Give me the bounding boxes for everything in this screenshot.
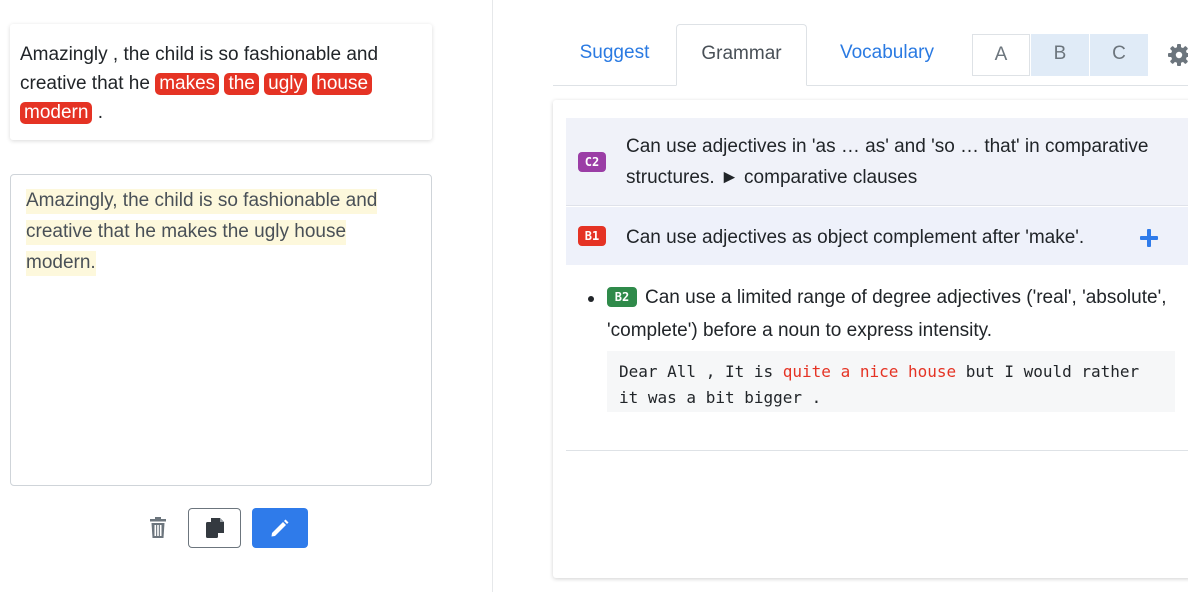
example-sentence: Dear All , It is quite a nice house but … xyxy=(607,351,1175,412)
level-c-button[interactable]: C xyxy=(1090,34,1148,76)
analysed-sentence-card: Amazingly , the child is so fashionable … xyxy=(10,24,432,140)
highlight-token[interactable]: the xyxy=(224,73,259,95)
list-bullet xyxy=(588,296,594,302)
highlight-token[interactable]: house xyxy=(312,73,373,95)
trash-icon xyxy=(150,517,166,538)
rule-item-c2[interactable]: C2 Can use adjectives in 'as … as' and '… xyxy=(566,118,1188,206)
level-b-button[interactable]: B xyxy=(1031,34,1089,76)
tab-suggest[interactable]: Suggest xyxy=(553,24,676,86)
highlight-token[interactable]: makes xyxy=(155,73,220,95)
rule-text: Can use adjectives as object complement … xyxy=(626,227,1085,248)
settings-button[interactable] xyxy=(1167,43,1188,67)
rule-item-b1[interactable]: B1 Can use adjectives as object compleme… xyxy=(566,207,1188,265)
level-badge-b1: B1 xyxy=(578,226,606,246)
tab-bar: Suggest Grammar Vocabulary A B C xyxy=(553,24,1188,86)
level-badge-c2: C2 xyxy=(578,152,606,172)
detail-text: Can use a limited range of degree adject… xyxy=(607,287,1167,341)
panel-divider xyxy=(492,0,493,592)
rule-text: Can use adjectives in 'as … as' and 'so … xyxy=(626,136,1149,188)
pencil-icon xyxy=(271,519,289,537)
delete-button[interactable] xyxy=(146,516,170,540)
sentence-suffix: . xyxy=(92,102,103,123)
example-before: Dear All , It is xyxy=(619,362,783,381)
gear-icon xyxy=(1168,44,1188,66)
copy-icon xyxy=(205,518,224,538)
text-editor[interactable]: Amazingly, the child is so fashionable a… xyxy=(10,174,432,486)
tab-grammar[interactable]: Grammar xyxy=(676,24,807,86)
highlight-token[interactable]: ugly xyxy=(264,73,308,95)
section-separator xyxy=(566,450,1188,451)
level-a-button[interactable]: A xyxy=(972,34,1030,76)
expand-button[interactable] xyxy=(1140,229,1158,247)
tab-vocabulary[interactable]: Vocabulary xyxy=(813,24,961,86)
example-highlight: quite a nice house xyxy=(782,362,957,381)
editor-toolbar xyxy=(0,508,432,548)
editor-text[interactable]: Amazingly, the child is so fashionable a… xyxy=(26,189,378,276)
plus-icon xyxy=(1140,229,1158,247)
copy-button[interactable] xyxy=(188,508,241,548)
highlight-token[interactable]: modern xyxy=(20,102,93,124)
edit-button[interactable] xyxy=(252,508,308,548)
